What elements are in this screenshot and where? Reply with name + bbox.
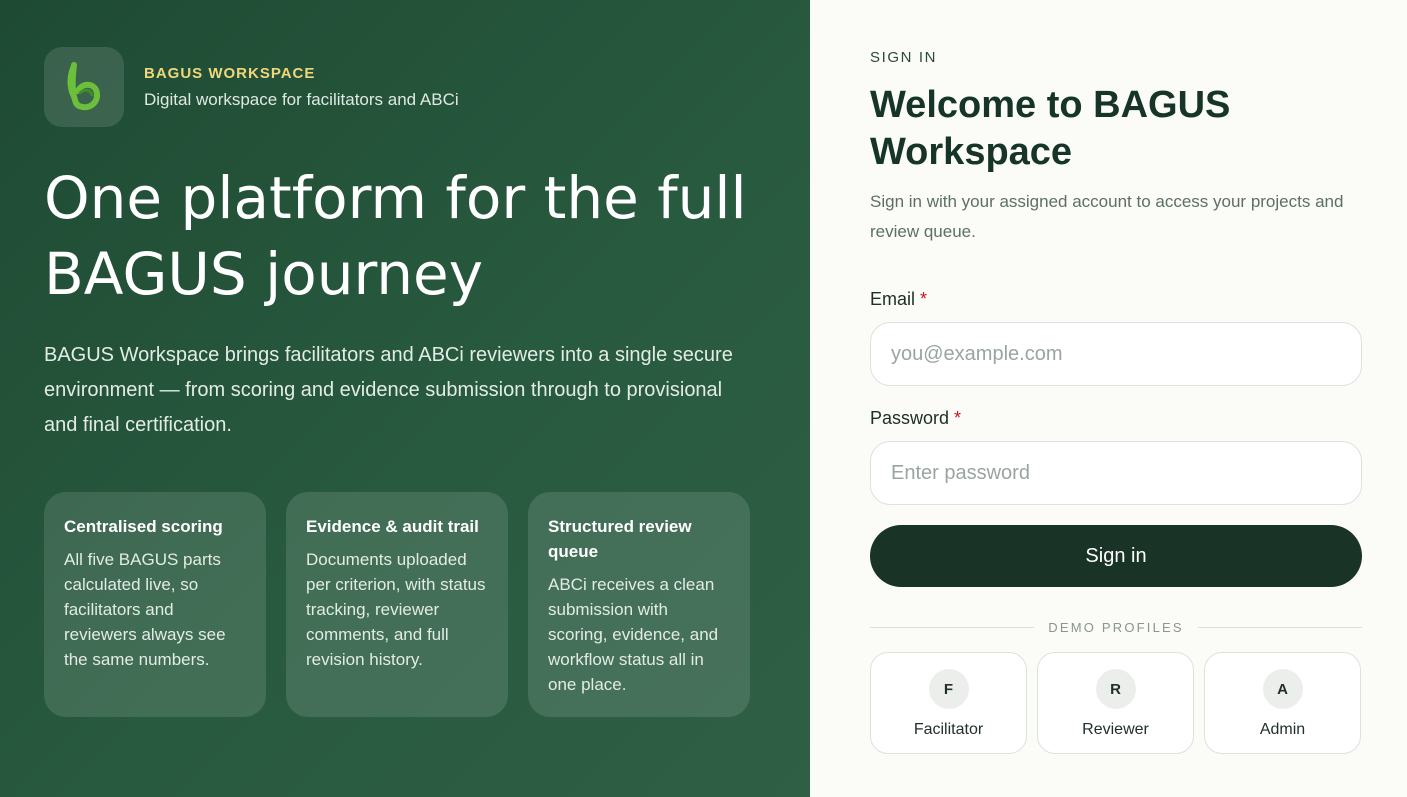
required-marker: * <box>954 408 962 428</box>
password-label: Password * <box>870 408 961 429</box>
sign-in-button[interactable]: Sign in <box>870 525 1362 587</box>
avatar: A <box>1262 669 1303 709</box>
required-marker: * <box>920 289 928 309</box>
hero-headline: One platform for the full BAGUS journey <box>44 164 747 308</box>
brand-tagline: Digital workspace for facilitators and A… <box>144 89 459 109</box>
feature-card-body: ABCi receives a clean submission with sc… <box>548 575 719 694</box>
brand-text: BAGUS WORKSPACE Digital workspace for fa… <box>144 65 459 110</box>
signin-subtitle: Sign in with your assigned account to ac… <box>870 192 1344 241</box>
password-label-text: Password <box>870 408 950 428</box>
divider-line <box>1197 626 1363 628</box>
demo-profile-label: Reviewer <box>1082 721 1149 738</box>
demo-profile-label: Admin <box>1259 721 1306 738</box>
signin-title: Welcome to BAGUS Workspace <box>870 84 1231 173</box>
brand-name: BAGUS WORKSPACE <box>144 64 316 82</box>
demo-profile-label: Facilitator <box>913 721 984 738</box>
feature-card-body: All five BAGUS parts calculated live, so… <box>64 550 226 669</box>
password-field[interactable] <box>870 441 1362 505</box>
demo-profile-reviewer[interactable]: R Reviewer <box>1037 652 1194 754</box>
feature-card-title: Structured review queue <box>548 517 692 561</box>
brand-header: BAGUS WORKSPACE Digital workspace for fa… <box>44 47 459 127</box>
feature-card-body: Documents uploaded per criterion, with s… <box>306 550 486 669</box>
avatar: F <box>928 669 969 709</box>
email-label-text: Email <box>870 289 916 309</box>
brand-logo <box>44 47 124 127</box>
feature-card-title: Centralised scoring <box>64 517 223 536</box>
demo-profile-facilitator[interactable]: F Facilitator <box>870 652 1027 754</box>
hero-panel: BAGUS WORKSPACE Digital workspace for fa… <box>0 0 810 797</box>
email-field[interactable] <box>870 322 1362 386</box>
hero-intro: BAGUS Workspace brings facilitators and … <box>44 344 733 436</box>
signin-panel: SIGN IN Welcome to BAGUS Workspace Sign … <box>810 0 1407 797</box>
divider-line <box>870 626 1035 628</box>
feature-card-evidence: Evidence & audit trail Documents uploade… <box>286 492 508 717</box>
demo-profiles-divider: DEMO PROFILES <box>870 617 1363 637</box>
avatar: R <box>1095 669 1136 709</box>
email-label: Email * <box>870 289 927 310</box>
demo-profile-admin[interactable]: A Admin <box>1204 652 1361 754</box>
feature-card-title: Evidence & audit trail <box>306 517 479 536</box>
demo-profiles: F Facilitator R Reviewer A Admin <box>870 652 1361 754</box>
demo-profiles-heading: DEMO PROFILES <box>1048 619 1184 635</box>
feature-card-scoring: Centralised scoring All five BAGUS parts… <box>44 492 266 717</box>
leaf-b-logo-icon <box>67 62 100 111</box>
login-page: BAGUS WORKSPACE Digital workspace for fa… <box>0 0 1407 797</box>
feature-card-review-queue: Structured review queue ABCi receives a … <box>528 492 750 717</box>
feature-cards: Centralised scoring All five BAGUS parts… <box>44 492 750 717</box>
signin-eyebrow: SIGN IN <box>870 49 938 66</box>
